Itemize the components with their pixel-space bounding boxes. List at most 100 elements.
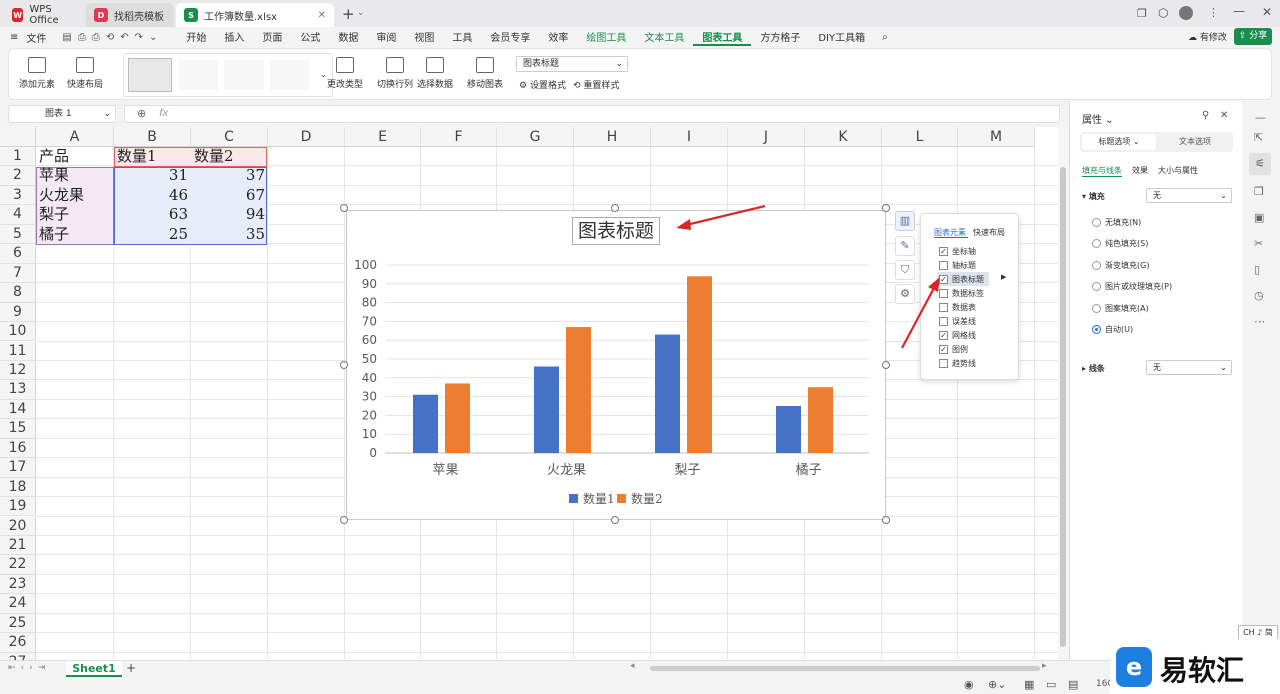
resize-handle[interactable] bbox=[340, 204, 348, 212]
set-format-button[interactable]: ⚙ 设置格式 bbox=[519, 78, 566, 91]
share-button[interactable]: ⇪ 分享 bbox=[1234, 28, 1272, 45]
avatar[interactable] bbox=[1179, 6, 1193, 20]
view-mode-icon[interactable]: ⊕⌄ bbox=[988, 678, 1006, 691]
sheet-nav-icons[interactable]: ⇤‹›⇥ bbox=[8, 663, 50, 673]
column-header[interactable]: J bbox=[728, 127, 805, 147]
reset-style-button[interactable]: ⟲ 重置样式 bbox=[573, 78, 619, 91]
fill-option[interactable]: 纯色填充(S) bbox=[1092, 238, 1148, 249]
header-cell[interactable]: 产品 bbox=[36, 147, 114, 166]
menu-tab[interactable]: 效率 bbox=[539, 29, 577, 46]
row-header[interactable]: 7 bbox=[0, 263, 36, 284]
menu-tab[interactable]: 方方格子 bbox=[751, 29, 809, 46]
checkbox-icon[interactable] bbox=[939, 359, 948, 369]
pin-icon[interactable]: ⚲ bbox=[1202, 110, 1209, 121]
column-header[interactable]: K bbox=[805, 127, 882, 147]
table-cell[interactable]: 31 bbox=[114, 166, 191, 185]
menu-file[interactable]: 文件 bbox=[26, 30, 54, 45]
radio-icon[interactable] bbox=[1092, 218, 1101, 227]
move-chart-button[interactable]: 移动图表 bbox=[467, 57, 503, 90]
resize-handle[interactable] bbox=[882, 361, 890, 369]
menu-tab[interactable]: 插入 bbox=[215, 29, 253, 46]
cursor-icon[interactable]: ⇱ bbox=[1254, 131, 1263, 144]
fill-option[interactable]: 图片或纹理填充(P) bbox=[1092, 281, 1172, 292]
header-cell[interactable]: 数量2 bbox=[191, 147, 268, 166]
chart-title-box[interactable]: 图表标题 bbox=[572, 217, 660, 245]
resize-handle[interactable] bbox=[882, 516, 890, 524]
resize-handle[interactable] bbox=[611, 516, 619, 524]
row-header[interactable]: 17 bbox=[0, 458, 36, 478]
image-icon[interactable]: ▣ bbox=[1254, 211, 1264, 224]
row-header[interactable]: 27 bbox=[0, 652, 36, 660]
book-icon[interactable]: ▯ bbox=[1254, 263, 1260, 276]
gallery-more-icon[interactable]: ⌄ bbox=[320, 70, 327, 79]
table-cell[interactable]: 37 bbox=[191, 166, 268, 185]
history-icon[interactable]: ◷ bbox=[1254, 289, 1264, 302]
subtab-size-props[interactable]: 大小与属性 bbox=[1158, 165, 1198, 176]
more-tools-icon[interactable]: ⋯ bbox=[1254, 315, 1265, 328]
fill-option[interactable]: 渐变填充(G) bbox=[1092, 260, 1149, 271]
menu-tab[interactable]: 视图 bbox=[405, 29, 443, 46]
chart-style-1[interactable] bbox=[128, 58, 172, 92]
row-header[interactable]: 1 bbox=[0, 147, 36, 167]
column-header[interactable]: E bbox=[345, 127, 421, 147]
fill-option[interactable]: 自动(U) bbox=[1092, 324, 1133, 335]
quick-layout-button[interactable]: 快速布局 bbox=[67, 57, 103, 90]
menu-tab[interactable]: 公式 bbox=[291, 29, 329, 46]
tools-icon[interactable]: ✂ bbox=[1254, 237, 1263, 250]
add-element-button[interactable]: 添加元素 bbox=[19, 57, 55, 90]
checkbox-checked-icon[interactable]: ✓ bbox=[939, 246, 948, 256]
fill-option[interactable]: 图案填充(A) bbox=[1092, 303, 1149, 314]
cube-icon[interactable]: ⬡ bbox=[1158, 6, 1168, 20]
chart-element-option[interactable]: 轴标题 bbox=[939, 258, 976, 272]
row-header[interactable]: 25 bbox=[0, 613, 36, 634]
collapse-icon[interactable]: — bbox=[1255, 111, 1266, 124]
fill-section-label[interactable]: ▾ 填充 bbox=[1082, 191, 1105, 202]
scroll-thumb[interactable] bbox=[1060, 167, 1066, 647]
row-header[interactable]: 24 bbox=[0, 594, 36, 614]
row-header[interactable]: 6 bbox=[0, 244, 36, 264]
chart-style-brush-icon[interactable]: ✎ bbox=[895, 236, 915, 256]
column-header[interactable]: I bbox=[651, 127, 728, 147]
column-header[interactable]: A bbox=[36, 127, 114, 147]
bar-数量2[interactable] bbox=[445, 383, 470, 453]
row-header[interactable]: 14 bbox=[0, 399, 36, 420]
eye-icon[interactable]: ◉ bbox=[964, 678, 974, 691]
search-icon[interactable]: ⌕ bbox=[874, 32, 896, 43]
row-header[interactable]: 4 bbox=[0, 205, 36, 225]
chart-element-option[interactable]: ✓ 坐标轴 bbox=[939, 244, 976, 258]
table-cell[interactable]: 火龙果 bbox=[36, 186, 114, 205]
row-header[interactable]: 22 bbox=[0, 555, 36, 575]
scroll-right-icon[interactable]: ▸ bbox=[1042, 661, 1047, 671]
table-cell[interactable]: 梨子 bbox=[36, 205, 114, 224]
page-break-icon[interactable]: ▤ bbox=[1068, 678, 1078, 691]
scroll-left-icon[interactable]: ◂ bbox=[630, 661, 635, 671]
menu-tab[interactable]: 工具 bbox=[443, 29, 481, 46]
header-cell[interactable]: 数量1 bbox=[114, 147, 191, 166]
row-header[interactable]: 11 bbox=[0, 341, 36, 361]
changes-indicator[interactable]: ☁ 有修改 bbox=[1188, 30, 1227, 43]
table-cell[interactable]: 94 bbox=[191, 205, 268, 224]
row-header[interactable]: 5 bbox=[0, 224, 36, 245]
new-tab-icon[interactable]: + bbox=[342, 5, 355, 23]
submenu-arrow-icon[interactable]: ▶ bbox=[1001, 273, 1006, 281]
bar-数量1[interactable] bbox=[534, 366, 559, 453]
menu-tab[interactable]: 审阅 bbox=[367, 29, 405, 46]
radio-icon[interactable] bbox=[1092, 260, 1101, 270]
column-header[interactable]: F bbox=[421, 127, 497, 147]
bar-数量1[interactable] bbox=[655, 334, 680, 453]
chart-object[interactable]: 0 10 20 30 40 50 60 70 80 90 100 苹果 火龙果 梨子 橘子 数量1 数量2 图表… bbox=[346, 210, 886, 520]
sheet-tab[interactable]: Sheet1 bbox=[66, 661, 122, 677]
table-cell[interactable]: 63 bbox=[114, 205, 191, 224]
row-header[interactable]: 3 bbox=[0, 185, 36, 206]
row-header[interactable]: 19 bbox=[0, 497, 36, 517]
normal-view-icon[interactable]: ▦ bbox=[1024, 678, 1034, 691]
column-header[interactable]: L bbox=[882, 127, 958, 147]
row-header[interactable]: 9 bbox=[0, 302, 36, 322]
row-header[interactable]: 16 bbox=[0, 438, 36, 459]
zoom-icon[interactable]: ⊕ bbox=[137, 107, 146, 120]
radio-icon[interactable] bbox=[1092, 282, 1101, 292]
properties-icon[interactable]: ⚟ bbox=[1249, 153, 1271, 175]
row-header[interactable]: 20 bbox=[0, 516, 36, 536]
more-icon[interactable]: ⋮ bbox=[1208, 6, 1219, 19]
subtab-effects[interactable]: 效果 bbox=[1132, 165, 1148, 176]
